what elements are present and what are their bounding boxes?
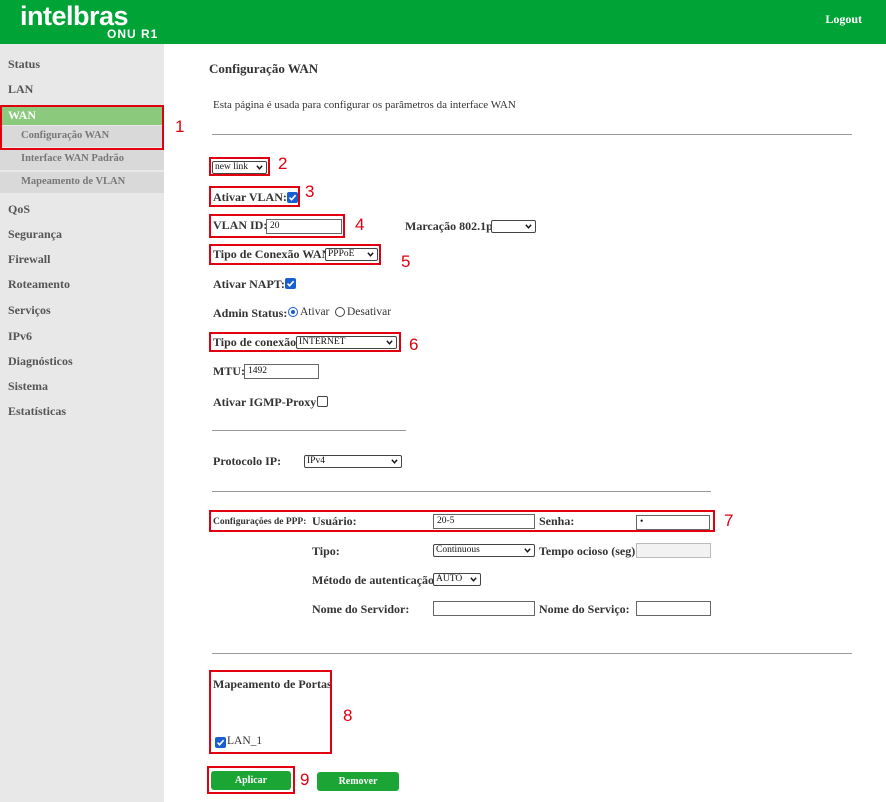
sidebar-item-ipv6[interactable]: IPv6 [8, 329, 32, 344]
annotation-box-3 [209, 186, 300, 207]
protocolo-label: Protocolo IP: [213, 454, 282, 468]
servidor-input[interactable] [433, 601, 535, 616]
model-label: ONU R1 [107, 27, 159, 41]
sidebar-item-status[interactable]: Status [8, 57, 40, 72]
page-title: Configuração WAN [209, 61, 319, 76]
annotation-box-9 [207, 766, 295, 794]
sidebar-item-diagnosticos[interactable]: Diagnósticos [8, 354, 73, 369]
servico-label: Nome do Serviço: [539, 602, 630, 616]
chevron-down-icon [470, 577, 477, 582]
divider [212, 134, 852, 135]
logout-link[interactable]: Logout [825, 12, 862, 27]
napt-checkbox[interactable] [285, 278, 296, 289]
admin-status-label: Admin Status: [213, 306, 288, 320]
annotation-number-4: 4 [355, 215, 365, 234]
admin-ativar-label: Ativar [300, 306, 330, 318]
annotation-box-6 [209, 332, 401, 352]
annotation-number-1: 1 [175, 117, 185, 136]
tempo-ocioso-input[interactable] [636, 543, 711, 558]
marcacao-select[interactable] [491, 220, 536, 233]
annotation-number-5: 5 [401, 252, 411, 271]
sidebar-item-roteamento[interactable]: Roteamento [8, 277, 70, 292]
sidebar-item-servicos[interactable]: Serviços [8, 303, 51, 318]
igmp-checkbox[interactable] [317, 396, 328, 407]
sidebar-sub-vlan-mapping[interactable]: Mapeamento de VLAN [0, 172, 164, 193]
sidebar-item-estatisticas[interactable]: Estatísticas [8, 404, 66, 419]
marcacao-label: Marcação 802.1p [405, 219, 493, 233]
sidebar-item-sistema[interactable]: Sistema [8, 379, 48, 394]
page-description: Esta página é usada para configurar os p… [213, 99, 516, 111]
tipo-label: Tipo: [312, 544, 340, 558]
annotation-box-1 [0, 105, 164, 150]
mtu-label: MTU: [213, 364, 245, 378]
auth-method-value: AUTO [436, 574, 463, 584]
sidebar-sub-label: Interface WAN Padrão [21, 153, 125, 164]
tipo-select[interactable]: Continuous [433, 544, 535, 557]
protocolo-value: IPv4 [307, 456, 325, 466]
auth-method-select[interactable]: AUTO [433, 573, 481, 586]
annotation-number-2: 2 [278, 154, 288, 173]
divider [212, 430, 406, 431]
sidebar-sub-interface-wan[interactable]: Interface WAN Padrão [0, 149, 164, 170]
annotation-number-8: 8 [343, 706, 353, 725]
annotation-number-9: 9 [300, 770, 310, 789]
sidebar: Status LAN WAN Configuração WAN Interfac… [0, 44, 164, 802]
servidor-label: Nome do Servidor: [312, 602, 410, 616]
divider [212, 491, 711, 492]
admin-desativar-label: Desativar [347, 306, 392, 318]
tempo-ocioso-label: Tempo ocioso (seg): [539, 544, 640, 558]
remove-button[interactable]: Remover [317, 772, 399, 791]
servico-input[interactable] [636, 601, 711, 616]
annotation-box-8 [209, 670, 332, 754]
check-icon [286, 280, 295, 287]
annotation-box-2 [209, 157, 270, 176]
annotation-box-7 [209, 510, 715, 532]
napt-label: Ativar NAPT: [213, 277, 285, 291]
sidebar-item-firewall[interactable]: Firewall [8, 252, 50, 267]
sidebar-sub-label: Mapeamento de VLAN [21, 176, 126, 187]
annotation-box-4 [209, 214, 345, 238]
tipo-value: Continuous [436, 545, 480, 555]
protocolo-select[interactable]: IPv4 [304, 455, 402, 468]
chevron-down-icon [525, 224, 532, 229]
annotation-box-5 [209, 244, 381, 265]
annotation-number-7: 7 [724, 511, 734, 530]
sidebar-item-qos[interactable]: QoS [8, 202, 30, 217]
top-bar: intelbras ONU R1 Logout [0, 0, 886, 44]
divider [212, 653, 852, 654]
chevron-down-icon [391, 459, 398, 464]
igmp-label: Ativar IGMP-Proxy: [213, 395, 321, 409]
sidebar-item-seguranca[interactable]: Segurança [8, 227, 62, 242]
admin-ativar-radio[interactable] [288, 307, 298, 317]
admin-desativar-radio[interactable] [335, 307, 345, 317]
mtu-input[interactable]: 1492 [244, 364, 319, 379]
sidebar-item-lan[interactable]: LAN [8, 82, 33, 97]
annotation-number-3: 3 [305, 182, 315, 201]
annotation-number-6: 6 [409, 335, 419, 354]
chevron-down-icon [524, 548, 531, 553]
auth-method-label: Método de autenticação: [312, 573, 438, 587]
